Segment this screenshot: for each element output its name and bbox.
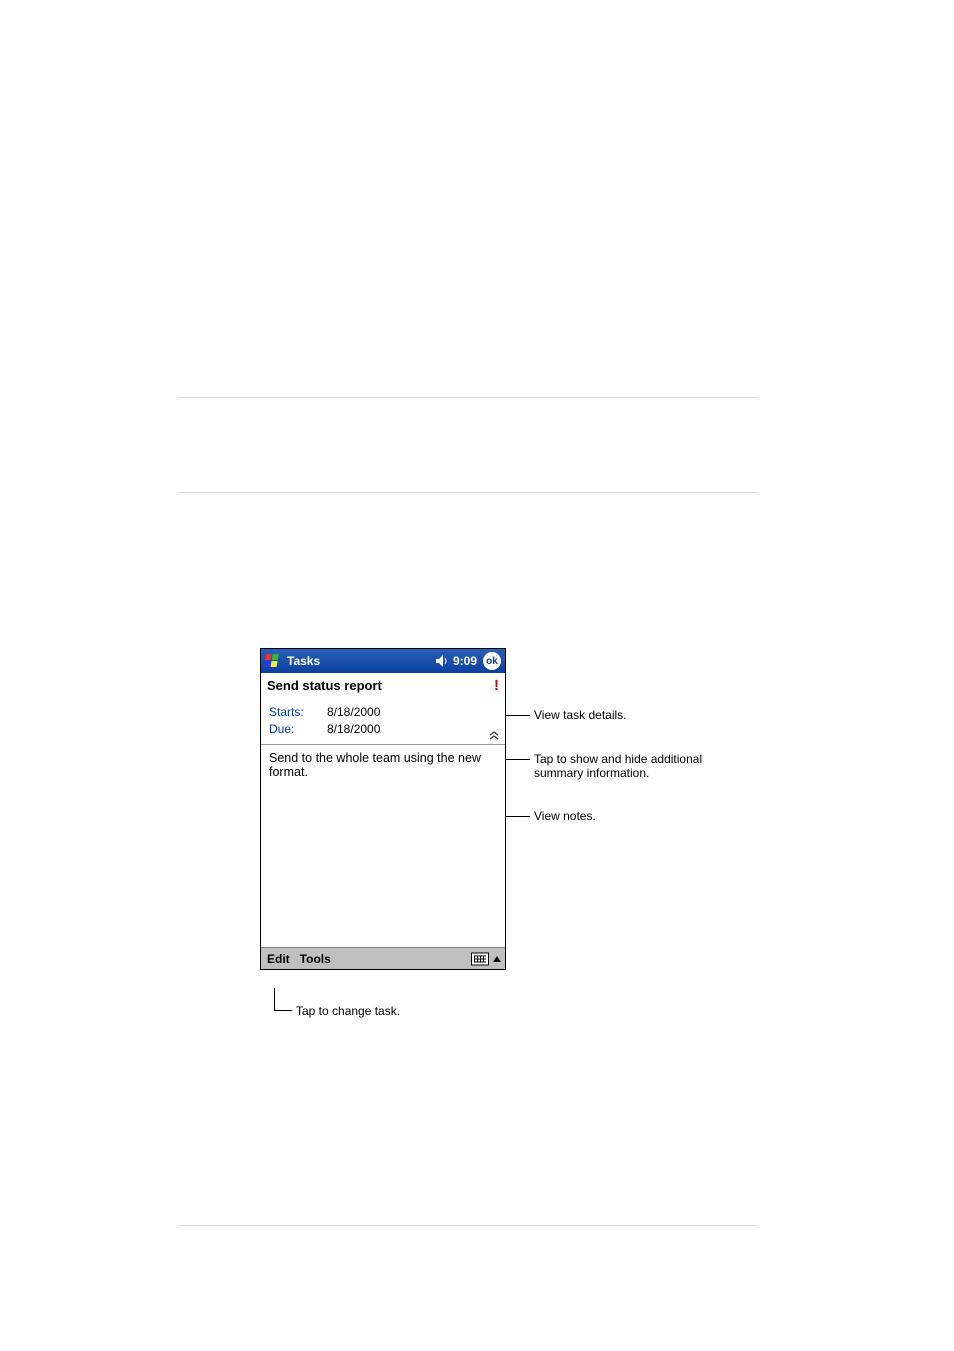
- due-value: 8/18/2000: [327, 721, 380, 738]
- priority-high-icon: !: [494, 677, 499, 694]
- speaker-icon[interactable]: [436, 655, 450, 667]
- input-panel-arrow-icon[interactable]: [493, 956, 501, 962]
- starts-row: Starts: 8/18/2000: [269, 704, 497, 721]
- callout-leader: [506, 715, 530, 716]
- keyboard-icon[interactable]: [471, 952, 489, 965]
- divider: [178, 397, 758, 398]
- ok-button[interactable]: ok: [483, 652, 501, 670]
- command-bar: Edit Tools: [261, 947, 505, 969]
- start-icon[interactable]: [263, 651, 283, 671]
- callout-leader: [506, 759, 530, 760]
- collapse-details-icon[interactable]: [487, 730, 501, 742]
- callout-details: View task details.: [534, 708, 627, 722]
- due-row: Due: 8/18/2000: [269, 721, 497, 738]
- task-notes: Send to the whole team using the new for…: [261, 745, 505, 947]
- task-details-panel: Starts: 8/18/2000 Due: 8/18/2000: [261, 702, 505, 745]
- titlebar: Tasks 9:09 ok: [261, 649, 505, 673]
- callout-notes: View notes.: [534, 809, 596, 823]
- divider: [178, 492, 758, 493]
- callout-leader: [274, 988, 275, 1010]
- task-subject: Send status report: [267, 678, 382, 693]
- clock-time[interactable]: 9:09: [453, 654, 477, 668]
- callout-edit: Tap to change task.: [296, 1004, 400, 1018]
- callout-leader: [506, 816, 530, 817]
- callout-toggle: Tap to show and hide additional summary …: [534, 752, 744, 780]
- due-label: Due:: [269, 721, 327, 738]
- starts-value: 8/18/2000: [327, 704, 380, 721]
- edit-menu[interactable]: Edit: [267, 952, 290, 966]
- task-subject-row: Send status report !: [261, 673, 505, 702]
- pocketpc-screen: Tasks 9:09 ok Send status report ! Start…: [260, 648, 506, 970]
- starts-label: Starts:: [269, 704, 327, 721]
- app-title: Tasks: [287, 654, 436, 668]
- tools-menu[interactable]: Tools: [300, 952, 331, 966]
- callout-leader: [274, 1010, 292, 1011]
- divider: [178, 1225, 758, 1226]
